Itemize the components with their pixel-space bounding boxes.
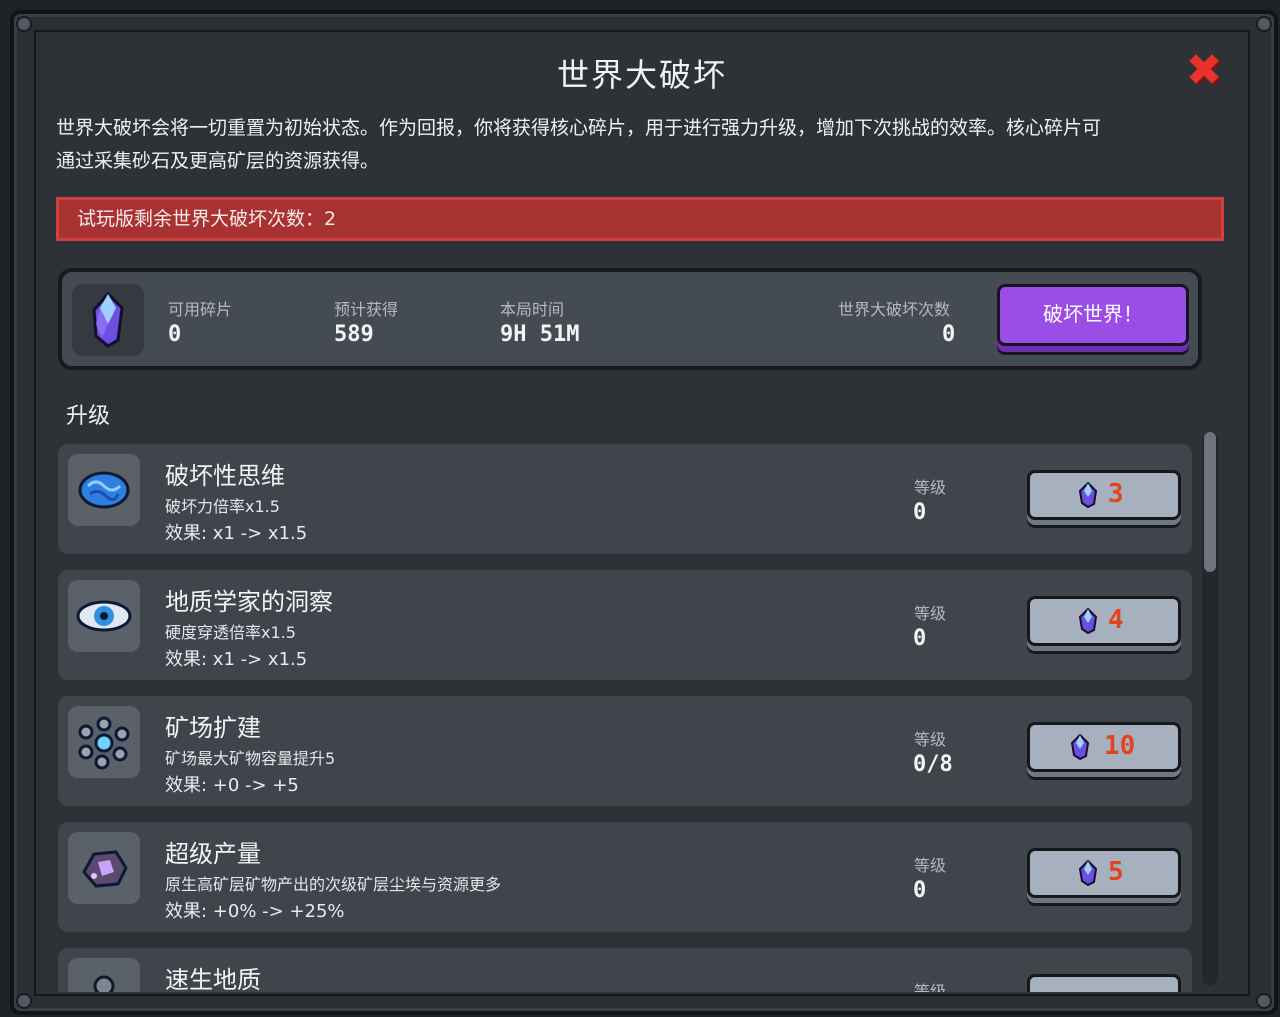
buy-upgrade-button[interactable]: 4 — [1027, 596, 1181, 646]
upgrade-description: 原生高矿层矿物产出的次级矿层尘埃与资源更多 — [165, 875, 502, 894]
level-value: 0/8 — [913, 752, 953, 777]
core-crystal-icon — [1078, 482, 1098, 508]
sprout-icon — [68, 958, 140, 992]
upgrade-list[interactable]: 破坏性思维 破坏力倍率x1.5 效果: x1 -> x1.5 等级 0 3 地质… — [58, 444, 1194, 992]
buy-upgrade-button[interactable]: 10 — [1027, 722, 1181, 772]
eye-icon — [68, 580, 140, 652]
core-crystal-icon — [1078, 860, 1098, 886]
available-shards-value: 0 — [168, 322, 182, 347]
upgrade-effect: 效果: +0 -> +5 — [165, 775, 299, 796]
run-time-label: 本局时间 — [500, 300, 565, 319]
level-label: 等级 — [914, 856, 947, 875]
ore-cluster-icon — [68, 706, 140, 778]
upgrade-name: 速生地质 — [165, 966, 261, 992]
buy-upgrade-button[interactable]: 3 — [1027, 470, 1181, 520]
run-time-value: 9H 51M — [500, 322, 580, 347]
close-icon[interactable]: ✖ — [1183, 49, 1225, 93]
buy-upgrade-button[interactable] — [1027, 974, 1181, 992]
level-value: 0 — [913, 626, 927, 651]
level-label: 等级 — [914, 982, 947, 992]
upgrade-effect: 效果: +0% -> +25% — [165, 901, 345, 922]
upgrade-row-destructive-mind: 破坏性思维 破坏力倍率x1.5 效果: x1 -> x1.5 等级 0 3 — [58, 444, 1192, 554]
upgrade-description: 硬度穿透倍率x1.5 — [165, 623, 296, 642]
upgrade-name: 破坏性思维 — [165, 462, 285, 490]
available-shards-label: 可用碎片 — [168, 300, 233, 319]
upgrade-row-super-yield: 超级产量 原生高矿层矿物产出的次级矿层尘埃与资源更多 效果: +0% -> +2… — [58, 822, 1192, 932]
upgrade-cost: 5 — [1108, 857, 1124, 887]
upgrade-list-scrollbar[interactable] — [1202, 432, 1218, 986]
description-line: 通过采集砂石及更高矿层的资源获得。 — [56, 150, 380, 172]
upgrades-section-title: 升级 — [66, 404, 111, 429]
upgrade-effect: 效果: x1 -> x1.5 — [165, 649, 308, 670]
upgrade-description: 矿场最大矿物容量提升5 — [165, 749, 336, 768]
rock-gem-icon — [68, 832, 140, 904]
core-crystal-icon — [1070, 734, 1090, 760]
destroy-world-button[interactable]: 破坏世界！ — [997, 284, 1189, 346]
upgrade-cost: 10 — [1104, 731, 1136, 761]
upgrade-row-geologist-insight: 地质学家的洞察 硬度穿透倍率x1.5 效果: x1 -> x1.5 等级 0 4 — [58, 570, 1192, 680]
world-destruction-dialog: 世界大破坏 ✖ 世界大破坏会将一切重置为初始状态。作为回报，你将获得核心碎片，用… — [34, 30, 1250, 996]
upgrade-cost: 4 — [1108, 605, 1124, 635]
scrollbar-thumb[interactable] — [1204, 432, 1216, 572]
upgrade-name: 矿场扩建 — [165, 714, 261, 742]
upgrade-cost: 3 — [1108, 479, 1124, 509]
core-crystal-icon — [72, 284, 144, 356]
level-value: 0 — [913, 878, 927, 903]
core-crystal-icon — [1078, 608, 1098, 634]
frame-bolt-icon — [16, 16, 32, 32]
brain-icon — [68, 454, 140, 526]
demo-warning-banner: 试玩版剩余世界大破坏次数：2 — [56, 197, 1224, 241]
expected-gain-value: 589 — [334, 322, 374, 347]
upgrade-name: 超级产量 — [165, 840, 261, 868]
destruction-count-value: 0 — [942, 322, 956, 347]
upgrade-row-rapid-geology: 速生地质 等级 — [58, 948, 1192, 992]
frame-bolt-icon — [1256, 16, 1272, 32]
frame-bolt-icon — [1256, 993, 1272, 1009]
upgrade-row-mine-expansion: 矿场扩建 矿场最大矿物容量提升5 效果: +0 -> +5 等级 0/8 10 — [58, 696, 1192, 806]
description-line: 世界大破坏会将一切重置为初始状态。作为回报，你将获得核心碎片，用于进行强力升级，… — [56, 117, 1102, 139]
level-label: 等级 — [914, 730, 947, 749]
upgrade-name: 地质学家的洞察 — [165, 588, 333, 616]
destruction-count-label: 世界大破坏次数 — [838, 300, 951, 319]
expected-gain-label: 预计获得 — [334, 300, 399, 319]
frame-bolt-icon — [16, 993, 32, 1009]
upgrade-description: 破坏力倍率x1.5 — [165, 497, 280, 516]
dialog-title: 世界大破坏 — [556, 56, 727, 94]
buy-upgrade-button[interactable]: 5 — [1027, 848, 1181, 898]
level-label: 等级 — [914, 604, 947, 623]
dialog-description: 世界大破坏会将一切重置为初始状态。作为回报，你将获得核心碎片，用于进行强力升级，… — [56, 112, 1226, 178]
stats-bar: 可用碎片 0 预计获得 589 本局时间 9H 51M 世界大破坏次数 0 破坏… — [58, 268, 1202, 370]
upgrade-effect: 效果: x1 -> x1.5 — [165, 523, 308, 544]
level-label: 等级 — [914, 478, 947, 497]
level-value: 0 — [913, 500, 927, 525]
